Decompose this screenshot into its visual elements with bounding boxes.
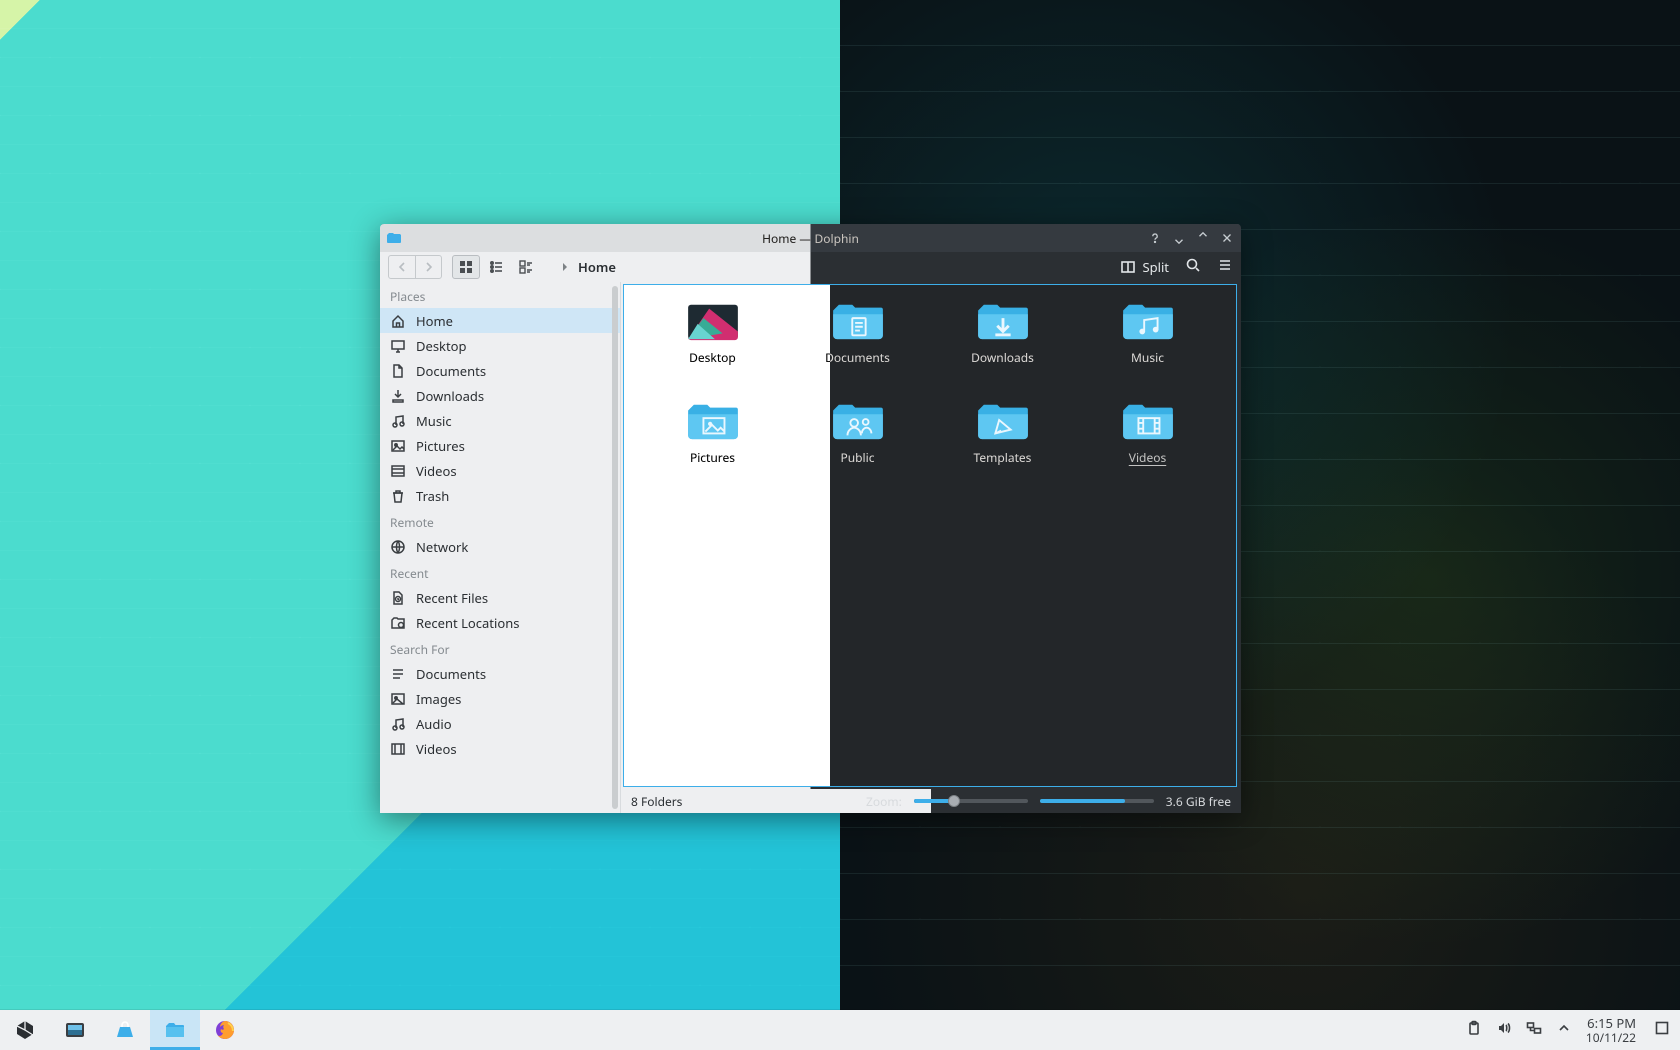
sidebar-item-recent-locations[interactable]: Recent Locations [380,610,620,635]
places-sidebar: Places Home Desktop Documents Downloads Music… [380,282,621,813]
sidebar-item-audio[interactable]: Audio [380,711,620,736]
file-label: Documents [825,349,890,366]
file-item-downloads[interactable]: Downloads [932,299,1073,395]
taskbar-discover[interactable] [100,1010,150,1050]
sidebar-item-recent-files[interactable]: Recent Files [380,585,620,610]
folder-icon [684,299,742,343]
folder-icon [974,399,1032,443]
file-item-desktop[interactable]: Desktop [642,299,783,395]
dolphin-window: Home — Dolphin Home Split [380,224,1241,813]
sidebar-item-pictures[interactable]: Pictures [380,433,620,458]
nav-group [388,255,442,279]
file-item-videos[interactable]: Videos [1077,399,1218,495]
sidebar-item-label: Desktop [416,337,467,355]
details-view-button[interactable] [512,255,540,279]
taskbar: 6:15 PM 10/11/22 [0,1010,1680,1050]
sidebar-item-downloads[interactable]: Downloads [380,383,620,408]
tray-show-desktop[interactable] [1654,1020,1670,1040]
sidebar-item-label: Pictures [416,437,465,455]
compact-view-button[interactable] [482,255,510,279]
sidebar-section-header: Remote [380,508,620,534]
toolbar: Home Split [380,252,1241,282]
tray-volume-icon[interactable] [1496,1020,1512,1040]
taskbar-dolphin[interactable] [150,1010,200,1050]
sidebar-item-label: Downloads [416,387,484,405]
file-label: Pictures [690,449,735,466]
sidebar-item-label: Music [416,412,452,430]
sidebar-section-header: Search For [380,635,620,661]
folder-icon [829,399,887,443]
file-label: Music [1131,349,1164,366]
sidebar-item-images[interactable]: Images [380,686,620,711]
sidebar-item-label: Videos [416,740,457,758]
back-button[interactable] [389,256,415,278]
taskbar-systemsettings[interactable] [50,1010,100,1050]
file-label: Templates [974,449,1032,466]
sidebar-item-trash[interactable]: Trash [380,483,620,508]
sidebar-item-network[interactable]: Network [380,534,620,559]
zoom-label: Zoom: [866,793,902,810]
taskbar-firefox[interactable] [200,1010,250,1050]
status-bar: 8 Folders Zoom: 3.6 GiB free [621,789,1241,813]
file-item-pictures[interactable]: Pictures [642,399,783,495]
title-bar[interactable]: Home — Dolphin [380,224,1241,252]
file-label: Public [840,449,874,466]
zoom-slider[interactable] [914,799,1028,803]
file-label: Downloads [971,349,1034,366]
sidebar-item-label: Recent Locations [416,614,519,632]
breadcrumb[interactable]: Home [560,258,616,276]
split-button[interactable]: Split [1120,258,1169,276]
disk-usage-bar [1040,799,1154,803]
sidebar-scrollbar[interactable] [612,286,618,809]
sidebar-item-label: Documents [416,665,486,683]
file-item-documents[interactable]: Documents [787,299,928,395]
menu-button[interactable] [1217,257,1233,277]
sidebar-item-label: Recent Files [416,589,488,607]
tray-chevron-up-icon[interactable] [1556,1020,1572,1040]
item-count: 8 Folders [631,793,682,810]
sidebar-item-videos[interactable]: Videos [380,458,620,483]
sidebar-item-label: Images [416,690,461,708]
sidebar-item-label: Audio [416,715,452,733]
sidebar-item-videos[interactable]: Videos [380,736,620,761]
sidebar-item-music[interactable]: Music [380,408,620,433]
sidebar-item-label: Videos [416,462,457,480]
search-button[interactable] [1185,257,1201,277]
sidebar-item-label: Trash [416,487,449,505]
folder-icon [1119,299,1177,343]
file-label: Videos [1129,449,1166,466]
file-grid[interactable]: Desktop Documents Downloads Music Pictures Pu… [623,284,1237,787]
file-item-templates[interactable]: Templates [932,399,1073,495]
free-space: 3.6 GiB free [1166,793,1231,810]
sidebar-section-header: Places [380,282,620,308]
sidebar-item-label: Documents [416,362,486,380]
breadcrumb-home: Home [578,258,616,276]
folder-icon [1119,399,1177,443]
system-tray: 6:15 PM 10/11/22 [1456,1010,1680,1050]
sidebar-item-label: Home [416,312,453,330]
icons-view-button[interactable] [452,255,480,279]
folder-icon [829,299,887,343]
tray-network-icon[interactable] [1526,1020,1542,1040]
sidebar-item-home[interactable]: Home [380,308,620,333]
clock-date: 10/11/22 [1586,1031,1636,1044]
sidebar-item-documents[interactable]: Documents [380,358,620,383]
window-title: Home — Dolphin [380,230,1241,247]
sidebar-item-documents[interactable]: Documents [380,661,620,686]
folder-icon [684,399,742,443]
tray-clipboard-icon[interactable] [1466,1020,1482,1040]
forward-button[interactable] [415,256,441,278]
sidebar-section-header: Recent [380,559,620,585]
sidebar-item-desktop[interactable]: Desktop [380,333,620,358]
file-item-public[interactable]: Public [787,399,928,495]
folder-icon [974,299,1032,343]
sidebar-item-label: Network [416,538,468,556]
taskbar-clock[interactable]: 6:15 PM 10/11/22 [1586,1016,1640,1043]
start-button[interactable] [0,1010,50,1050]
file-item-music[interactable]: Music [1077,299,1218,395]
file-label: Desktop [689,349,736,366]
split-label: Split [1142,258,1169,276]
